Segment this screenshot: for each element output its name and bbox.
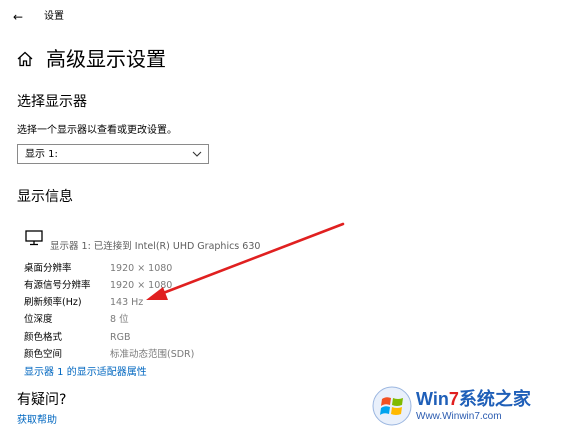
display-adapter-properties-link[interactable]: 显示器 1 的显示适配器属性 bbox=[24, 366, 147, 380]
watermark-brand: Win7系统之家 bbox=[416, 388, 531, 410]
window-title: 设置 bbox=[44, 11, 64, 22]
help-heading: 有疑问? bbox=[17, 392, 67, 408]
info-value-color-format: RGB bbox=[110, 332, 131, 343]
display-select-dropdown[interactable]: 显示 1: bbox=[17, 144, 209, 164]
watermark-brand-rest: 系统之家 bbox=[458, 389, 531, 409]
chevron-down-icon bbox=[192, 151, 202, 157]
info-value-color-space: 标准动态范围(SDR) bbox=[110, 349, 195, 360]
back-button[interactable]: ← bbox=[10, 9, 26, 25]
get-help-link[interactable]: 获取帮助 bbox=[17, 414, 57, 428]
info-label-desktop-resolution: 桌面分辨率 bbox=[24, 263, 72, 274]
monitor-name: 显示器 1: 已连接到 Intel(R) UHD Graphics 630 bbox=[50, 241, 261, 252]
info-label-color-space: 颜色空间 bbox=[24, 349, 63, 360]
info-value-desktop-resolution: 1920 × 1080 bbox=[110, 263, 173, 274]
watermark: Win7系统之家 Www.Winwin7.com bbox=[370, 380, 565, 432]
dropdown-selected-value: 显示 1: bbox=[25, 149, 58, 160]
watermark-brand-win: Win bbox=[416, 389, 449, 409]
info-value-refresh-rate: 143 Hz bbox=[110, 297, 144, 308]
info-label-color-format: 颜色格式 bbox=[24, 332, 63, 343]
select-display-heading: 选择显示器 bbox=[17, 94, 87, 110]
home-icon bbox=[17, 51, 33, 67]
monitor-icon bbox=[25, 230, 43, 246]
display-info-heading: 显示信息 bbox=[17, 189, 73, 205]
info-label-refresh-rate: 刷新频率(Hz) bbox=[24, 297, 82, 308]
info-value-bit-depth: 8 位 bbox=[110, 314, 129, 325]
info-value-active-signal-resolution: 1920 × 1080 bbox=[110, 280, 173, 291]
info-label-active-signal-resolution: 有源信号分辨率 bbox=[24, 280, 91, 291]
select-display-description: 选择一个显示器以查看或更改设置。 bbox=[17, 125, 177, 136]
info-label-bit-depth: 位深度 bbox=[24, 314, 53, 325]
watermark-url: Www.Winwin7.com bbox=[416, 411, 502, 422]
watermark-brand-7: 7 bbox=[448, 389, 459, 409]
windows-logo-icon bbox=[372, 386, 412, 426]
page-title: 高级显示设置 bbox=[46, 47, 166, 71]
